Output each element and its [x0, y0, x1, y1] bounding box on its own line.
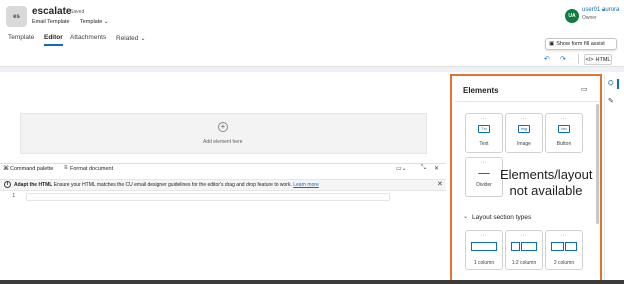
command-palette-icon: ⌘	[3, 166, 9, 172]
save-status: - Saved	[67, 9, 85, 15]
side-rail	[604, 74, 624, 284]
form-selector[interactable]: Template ⌄	[80, 19, 108, 25]
drop-zone[interactable]	[20, 113, 427, 154]
collapse-icon[interactable]: ⤡	[421, 165, 426, 172]
line-number: 1	[12, 193, 16, 199]
rail-active-indicator	[617, 79, 619, 89]
plus-icon[interactable]: +	[218, 122, 228, 132]
tab-editor[interactable]: Editor	[44, 34, 63, 41]
format-document-button[interactable]: Format document	[70, 166, 113, 172]
chevron-down-icon[interactable]: ⌄	[600, 4, 607, 13]
tab-related[interactable]: Related ⌄	[116, 34, 146, 42]
command-palette-button[interactable]: Command palette	[10, 166, 53, 172]
html-label: HTML	[595, 56, 611, 63]
editor-top-stripe	[0, 67, 624, 72]
active-tab-indicator	[44, 44, 63, 46]
assist-icon: ▣	[549, 41, 555, 47]
bottom-bar	[0, 280, 624, 284]
chevron-down-icon: ⌄	[140, 35, 146, 42]
form-fill-assist-label: Show form fill assist	[556, 41, 605, 47]
close-icon[interactable]: ✕	[434, 165, 439, 172]
redo-icon[interactable]: ↷	[560, 55, 566, 63]
toolbar-divider	[578, 54, 579, 64]
record-avatar: es	[6, 6, 27, 27]
tab-template[interactable]: Template	[8, 34, 34, 41]
close-icon[interactable]: ✕	[437, 180, 443, 188]
info-message: Adapt the HTML Ensure your HTML matches …	[14, 182, 319, 188]
layout-dropdown-icon[interactable]: ▭⌄	[396, 165, 407, 172]
form-name: Template	[80, 19, 103, 25]
chevron-down-icon: ⌄	[103, 19, 109, 25]
tab-attachments[interactable]: Attachments	[70, 34, 106, 41]
format-document-icon: ≡	[64, 165, 68, 171]
tab-related-label: Related	[116, 35, 139, 42]
info-icon: i	[4, 181, 11, 188]
user-role: Owner	[582, 15, 597, 21]
undo-icon[interactable]: ↶	[544, 55, 550, 63]
add-element-label: Add element here	[203, 139, 243, 145]
learn-more-link[interactable]: Learn more	[293, 182, 319, 188]
info-title: Adapt the HTML	[14, 182, 53, 188]
record-title: escalate	[32, 6, 72, 17]
elements-panel-icon[interactable]: ⛭	[608, 80, 614, 88]
user-avatar[interactable]: UA	[565, 9, 579, 23]
html-toggle-button[interactable]: </> HTML	[584, 54, 612, 65]
code-icon: </>	[585, 56, 594, 63]
form-fill-assist-button[interactable]: ▣ Show form fill assist	[545, 38, 617, 50]
entity-name: Email Template	[32, 19, 70, 25]
info-body: Ensure your HTML matches the CU email de…	[53, 182, 292, 188]
styles-brush-icon[interactable]: ✎	[608, 97, 614, 105]
highlight-box	[450, 74, 602, 282]
code-input[interactable]	[26, 193, 390, 201]
